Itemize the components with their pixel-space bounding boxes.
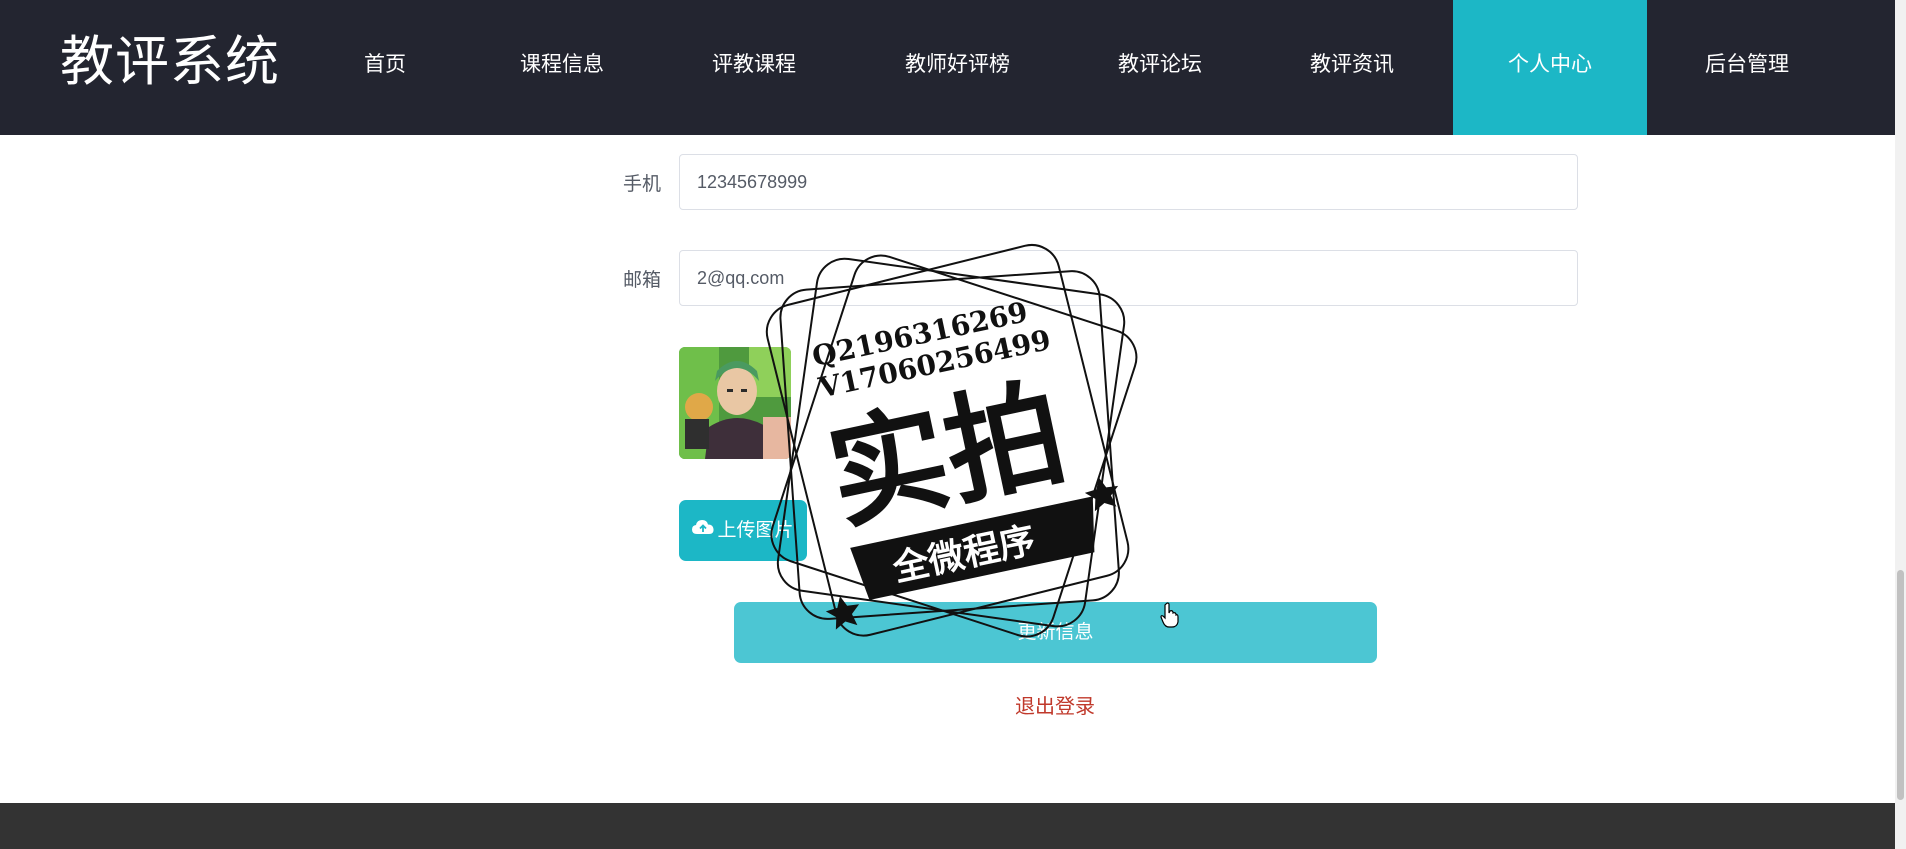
top-navbar: 教评系统 首页 课程信息 评教课程 教师好评榜 教评论坛 教评资讯 个人中心 后… [0,0,1895,135]
nav-home[interactable]: 首页 [335,0,435,135]
phone-input[interactable] [679,154,1578,210]
cloud-upload-icon [692,499,715,560]
vertical-scrollbar[interactable] [1895,0,1906,849]
star-icon [1084,477,1119,512]
update-info-button[interactable]: 更新信息 [734,602,1377,663]
nav-personal-center[interactable]: 个人中心 [1453,0,1647,135]
phone-label: 手机 [623,173,662,195]
watermark-banner-text: 全微程序 [888,519,1039,590]
watermark-big-text: 实拍 [817,363,1077,547]
nav-admin[interactable]: 后台管理 [1687,0,1807,135]
nav-course-info[interactable]: 课程信息 [502,0,622,135]
watermark-line1: Q2196316269 [809,295,1030,373]
upload-image-button[interactable]: 上传图片 [679,500,807,561]
site-logo[interactable]: 教评系统 [60,26,280,98]
nav-evaluation-courses[interactable]: 评教课程 [694,0,814,135]
email-input[interactable] [679,250,1578,306]
avatar-illustration [679,347,791,459]
page: 教评系统 首页 课程信息 评教课程 教师好评榜 教评论坛 教评资讯 个人中心 后… [0,0,1906,849]
nav-news[interactable]: 教评资讯 [1292,0,1412,135]
avatar-image[interactable] [679,347,791,459]
upload-image-label: 上传图片 [717,519,794,541]
nav-teacher-ranking[interactable]: 教师好评榜 [890,0,1025,135]
footer [0,803,1895,849]
scrollbar-thumb[interactable] [1897,570,1904,800]
email-label: 邮箱 [623,269,662,291]
watermark-line2: V17060256499 [815,323,1054,405]
logout-link[interactable]: 退出登录 [955,690,1155,719]
nav-forum[interactable]: 教评论坛 [1100,0,1220,135]
